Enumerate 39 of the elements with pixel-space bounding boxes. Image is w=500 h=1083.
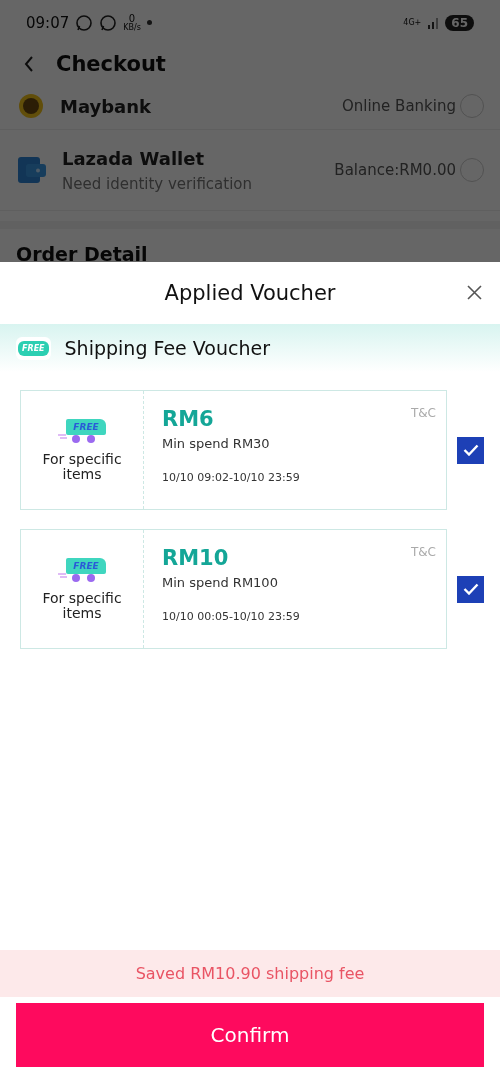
voucher-validity: 10/10 09:02-10/10 23:59 [162, 471, 300, 484]
free-tag: FREE [66, 557, 106, 574]
payment-method-detail: Online Banking [341, 97, 456, 115]
payment-method-name: Lazada Wallet [62, 147, 206, 169]
free-tag: FREE [18, 340, 49, 356]
net-speed-value: 0 [128, 13, 136, 24]
section-title: Shipping Fee Voucher [64, 337, 270, 359]
voucher-amount: RM6 [162, 407, 214, 431]
network-type: 4G+ [403, 18, 422, 27]
wallet-icon [18, 157, 46, 183]
signal-icon [427, 16, 440, 29]
checkbox[interactable] [457, 575, 484, 603]
voucher-scope: For specific items [41, 451, 123, 482]
battery-level: 65 [445, 14, 474, 31]
sheet-title: Applied Voucher [164, 281, 336, 305]
free-tag: FREE [66, 418, 106, 435]
chat-bubble-icon [99, 13, 118, 32]
back-icon[interactable] [24, 56, 34, 72]
payment-method-detail: Balance:RM0.00 [334, 161, 456, 179]
close-icon[interactable] [467, 285, 482, 300]
voucher-condition: Min spend RM100 [162, 575, 278, 590]
terms-link[interactable]: T&C [410, 545, 436, 559]
terms-link[interactable]: T&C [410, 406, 436, 420]
bank-logo-icon [18, 93, 44, 119]
voucher-condition: Min spend RM30 [162, 436, 270, 451]
check-icon [462, 583, 479, 595]
clock-time: 09:07 [26, 13, 70, 32]
chat-bubble-icon [75, 13, 94, 32]
voucher-scope: For specific items [41, 590, 123, 621]
check-icon [462, 444, 479, 456]
voucher-validity: 10/10 00:05-10/10 23:59 [162, 610, 300, 623]
notification-dot-icon [146, 20, 152, 25]
savings-banner: Saved RM10.90 shipping fee [0, 950, 500, 997]
page-title: Checkout [56, 52, 166, 76]
payment-method-name: Maybank [60, 95, 153, 117]
confirm-button[interactable]: Confirm [16, 1003, 484, 1067]
net-speed-unit: KB/s [123, 23, 141, 32]
checkbox[interactable] [457, 436, 484, 464]
voucher-amount: RM10 [162, 546, 229, 570]
